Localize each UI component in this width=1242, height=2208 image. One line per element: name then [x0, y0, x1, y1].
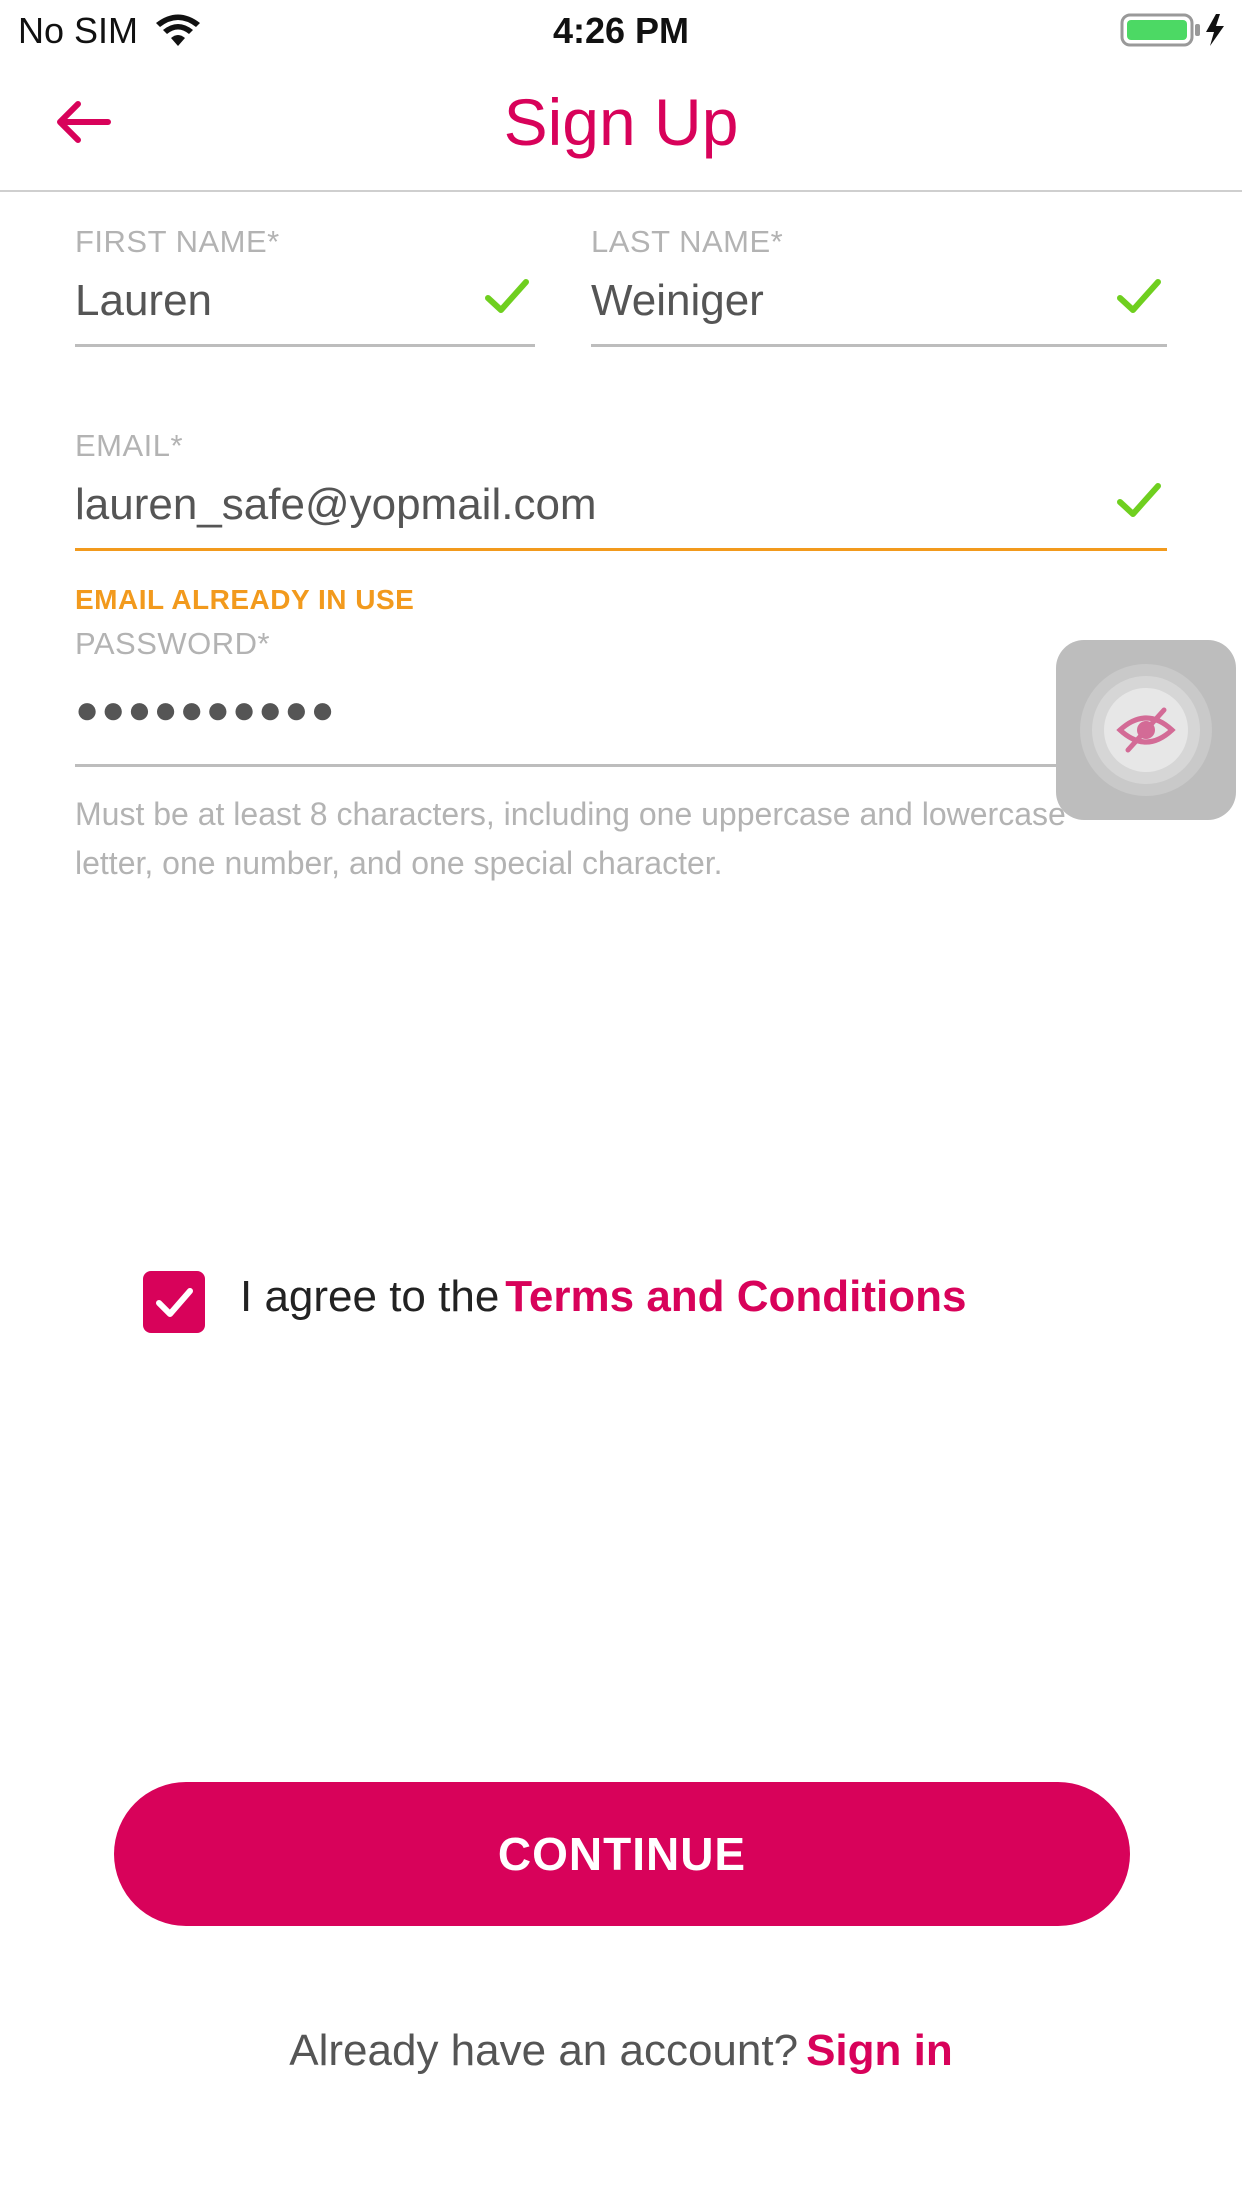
email-label: EMAIL* [75, 428, 184, 463]
password-label: PASSWORD* [75, 626, 271, 661]
first-name-input[interactable]: Lauren [75, 276, 535, 326]
status-time: 4:26 PM [552, 10, 690, 51]
password-helper-text: Must be at least 8 characters, including… [75, 796, 1066, 881]
last-name-input[interactable]: Weiniger [591, 276, 1167, 326]
email-input[interactable]: lauren_safe@yopmail.com [75, 480, 1167, 530]
password-visibility-toggle[interactable] [1056, 640, 1236, 820]
signin-prompt: Already have an account? [289, 2026, 799, 2075]
terms-row: I agree to the Terms and Conditions [240, 1272, 967, 1322]
email-field[interactable]: EMAIL* lauren_safe@yopmail.com [75, 428, 1167, 551]
first-name-field[interactable]: FIRST NAME* Lauren [75, 224, 535, 347]
last-name-underline [591, 344, 1167, 347]
eye-slash-icon [1116, 707, 1176, 753]
last-name-label: LAST NAME* [591, 224, 784, 259]
signin-row: Already have an account? Sign in [0, 2026, 1242, 2076]
page-title: Sign Up [503, 85, 739, 159]
battery-charging-icon [1120, 13, 1224, 47]
continue-button[interactable]: CONTINUE [114, 1782, 1130, 1926]
nav-divider [0, 190, 1242, 192]
check-icon [1117, 483, 1161, 517]
terms-checkbox[interactable] [143, 1271, 205, 1333]
email-underline [75, 548, 1167, 551]
password-input[interactable]: ●●●●●●●●●● [75, 688, 337, 733]
first-name-underline [75, 344, 535, 347]
signin-link[interactable]: Sign in [806, 2026, 953, 2075]
terms-prefix: I agree to the [240, 1272, 500, 1321]
check-icon [1117, 279, 1161, 313]
email-error-message: EMAIL ALREADY IN USE [75, 584, 415, 615]
terms-link[interactable]: Terms and Conditions [505, 1272, 966, 1321]
check-icon [485, 279, 529, 313]
password-underline [75, 764, 1167, 767]
checkmark-icon [156, 1288, 193, 1317]
last-name-field[interactable]: LAST NAME* Weiniger [591, 224, 1167, 347]
first-name-label: FIRST NAME* [75, 224, 280, 259]
